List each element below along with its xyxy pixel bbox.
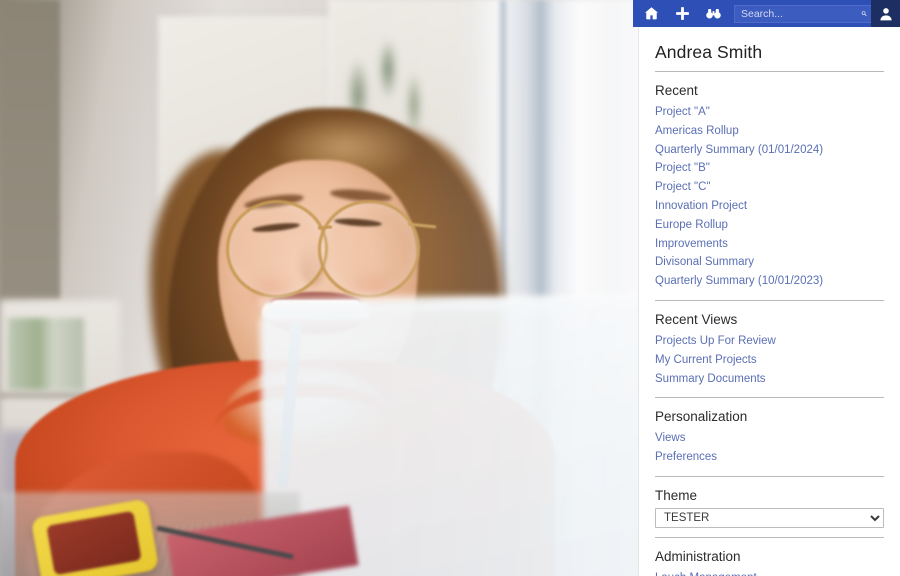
sidebar-link[interactable]: Quarterly Summary (01/01/2024) [655,141,884,160]
sidebar-link[interactable]: Projects Up For Review [655,332,884,351]
sidebar-section-title-theme: Theme [655,487,698,503]
plus-icon[interactable] [674,5,691,22]
user-sidebar: Andrea Smith Recent Project "A" Americas R… [638,0,900,576]
photo-soft-fade [0,0,640,576]
user-avatar-button[interactable] [871,0,900,27]
sidebar-divider [655,397,884,399]
hero-photo [0,0,640,576]
search-input[interactable] [735,7,855,20]
sidebar-content: Andrea Smith Recent Project "A" Americas R… [639,0,900,576]
theme-select[interactable]: TESTER [655,507,884,528]
sidebar-divider [655,536,884,538]
sidebar-link[interactable]: Project "B" [655,159,884,178]
sidebar-divider [655,475,884,477]
sidebar-link[interactable]: Quarterly Summary (10/01/2023) [655,272,884,291]
sidebar-section-title-personalization: Personalization [655,409,748,425]
sidebar-divider [655,299,884,301]
top-navigation-bar [633,0,900,27]
sidebar-link[interactable]: Project "A" [655,103,884,122]
avatar-icon [879,7,892,20]
sidebar-section-title-administration: Administration [655,548,741,564]
home-icon[interactable] [643,5,660,22]
sidebar-divider [655,71,884,72]
sidebar-link[interactable]: Americas Rollup [655,122,884,141]
sidebar-links-administration: Lauch Management [655,569,884,576]
sidebar-link[interactable]: Europe Rollup [655,216,884,235]
sidebar-link[interactable]: Project "C" [655,178,884,197]
sidebar-link[interactable]: Views [655,429,884,448]
sidebar-link[interactable]: Summary Documents [655,370,884,389]
screen-root: File Name Folder Path Supporting Files\S… [0,0,900,576]
binoculars-icon[interactable] [705,5,722,22]
top-navigation-icons [633,5,722,22]
sidebar-link[interactable]: Divisonal Summary [655,253,884,272]
sidebar-link[interactable]: Preferences [655,448,884,467]
sidebar-link[interactable]: My Current Projects [655,351,884,370]
sidebar-section-title-recent-views: Recent Views [655,311,738,327]
sidebar-sections: Recent Project "A" Americas Rollup Quarterl… [655,80,884,477]
search-box[interactable] [734,4,874,23]
sidebar-link[interactable]: Improvements [655,235,884,254]
sidebar-section-title-recent: Recent [655,83,698,98]
sidebar-link[interactable]: Innovation Project [655,197,884,216]
sidebar-link-administration[interactable]: Lauch Management [655,569,884,576]
